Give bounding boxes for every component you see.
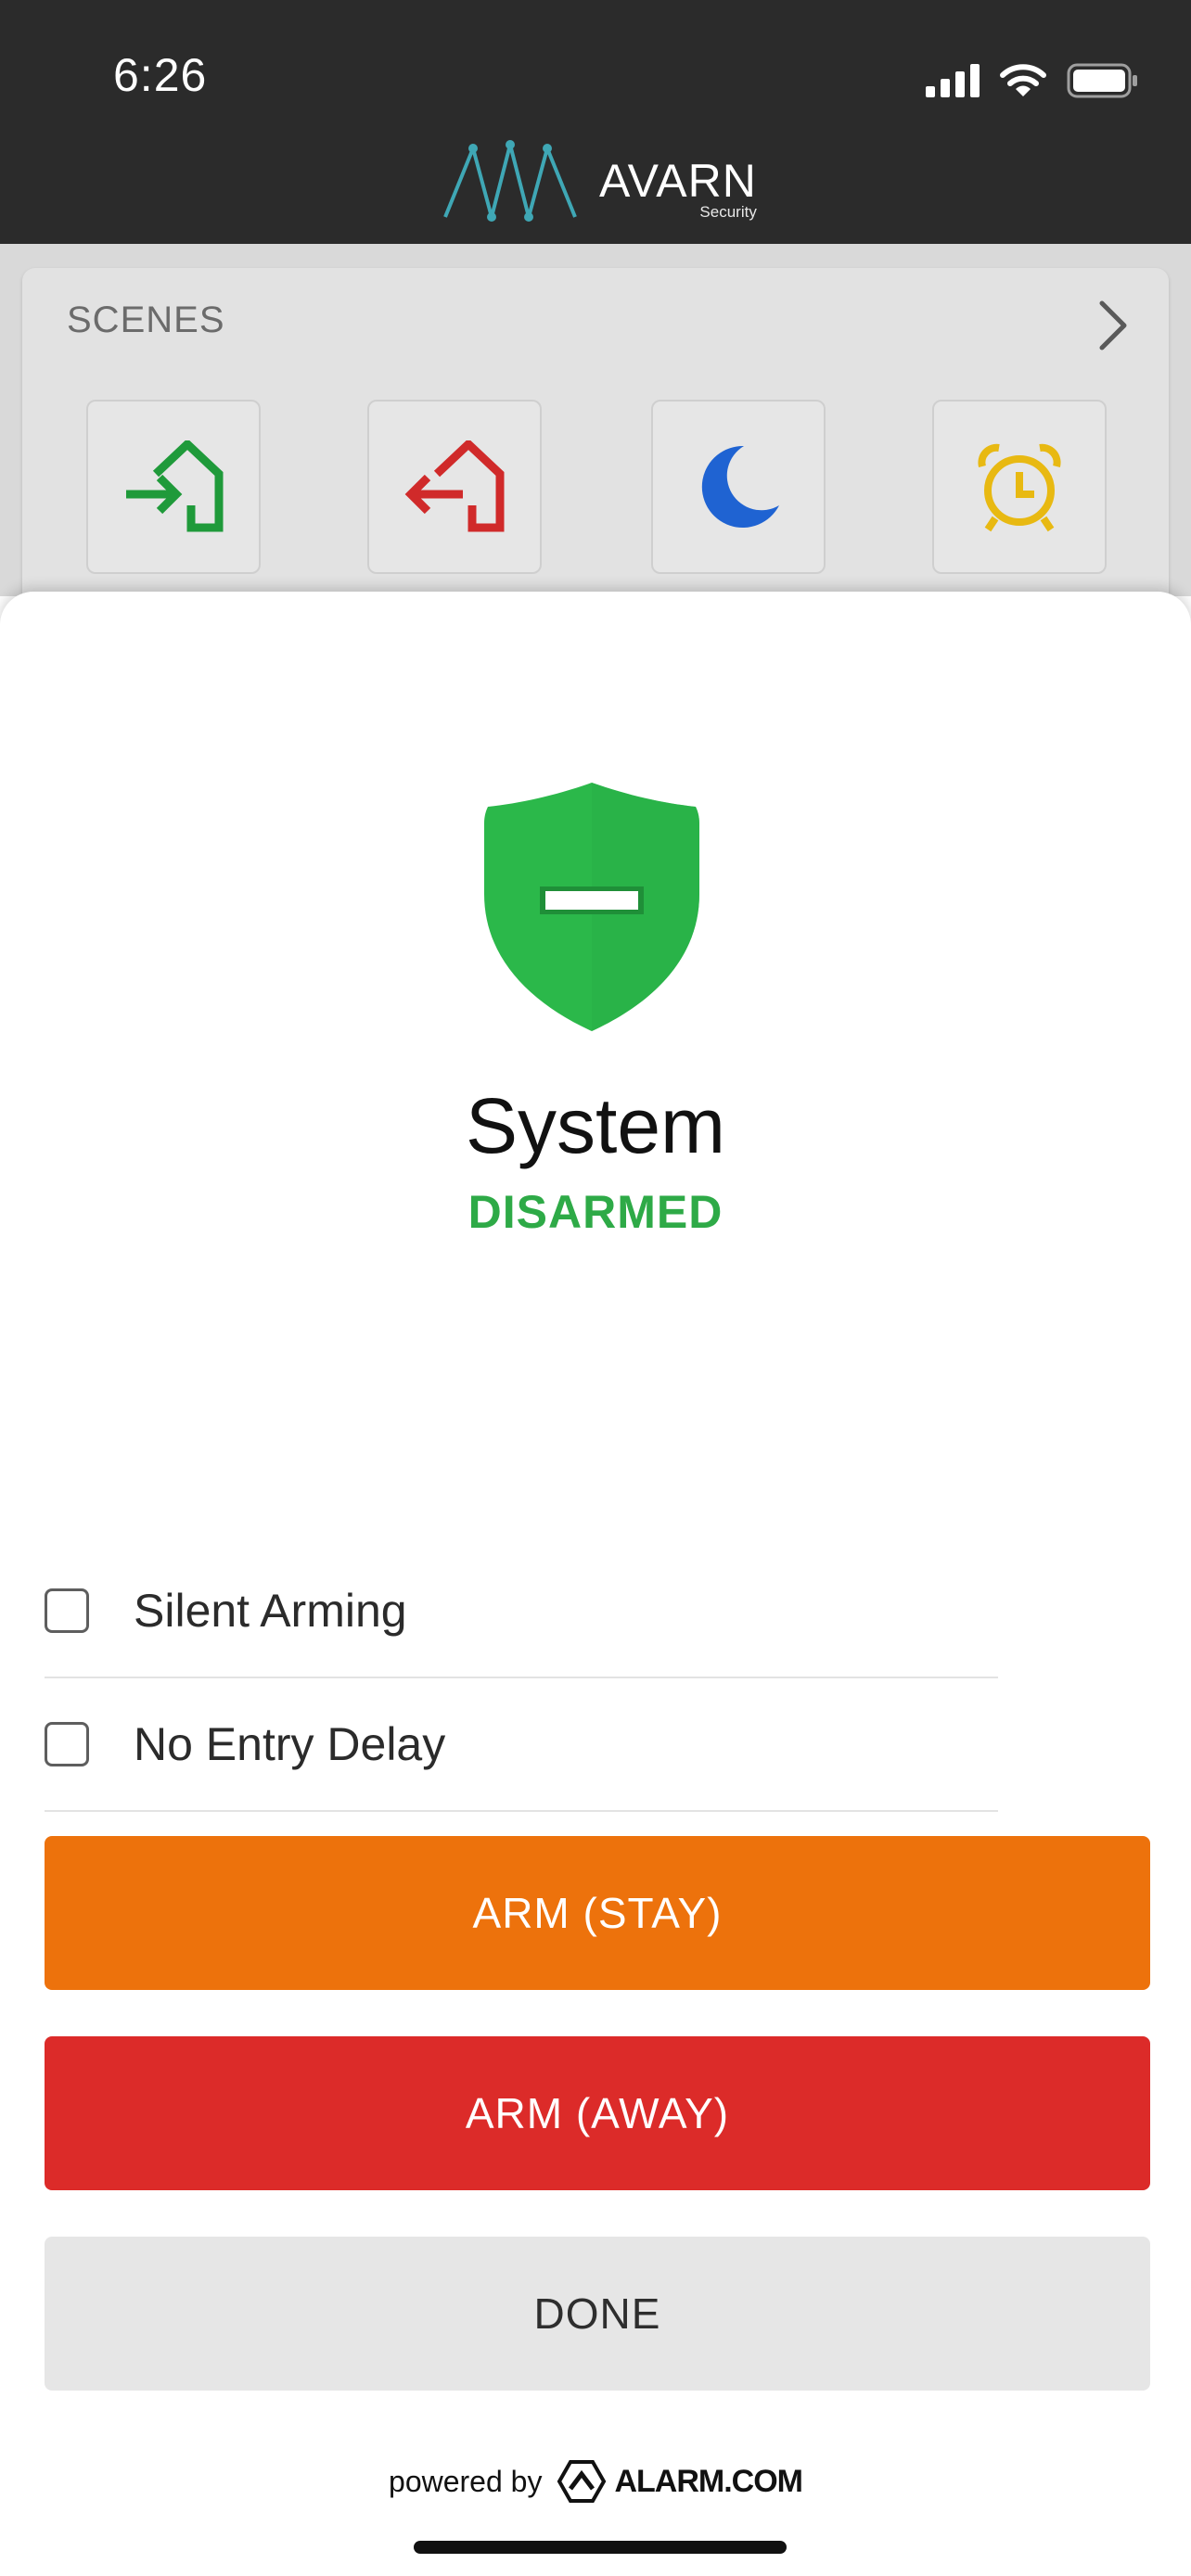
moon-icon (701, 445, 779, 528)
alarm-clock-icon (978, 443, 1061, 532)
status-icons (926, 57, 1139, 104)
status-time: 6:26 (113, 49, 208, 101)
cellular-signal-icon (926, 64, 980, 97)
arm-away-button[interactable]: ARM (AWAY) (45, 2036, 1150, 2190)
brand-name: AVARN (599, 155, 757, 207)
option-no-entry-delay[interactable]: No Entry Delay (45, 1678, 998, 1812)
wifi-icon (1000, 64, 1046, 96)
scene-button-arrive[interactable] (86, 400, 261, 574)
system-title: System (465, 1082, 726, 1169)
done-button[interactable]: DONE (45, 2237, 1150, 2391)
alarm-com-text: ALARM.COM (614, 2463, 803, 2499)
shield-disarmed-icon (484, 783, 699, 1031)
avarn-logo-icon (443, 140, 577, 222)
scenes-title: SCENES (67, 300, 225, 340)
alarm-com-logo: ALARM.COM (557, 2459, 803, 2504)
no-entry-delay-checkbox[interactable] (45, 1722, 89, 1766)
scene-button-wake[interactable] (932, 400, 1107, 574)
house-arrow-out-icon (404, 440, 505, 532)
brand-subtitle: Security (699, 203, 757, 221)
home-indicator[interactable] (414, 2541, 787, 2554)
arming-sheet: System DISARMED Silent Arming No Entry D… (0, 592, 1191, 2576)
battery-icon (1067, 63, 1137, 98)
alarm-com-logo-icon (557, 2460, 607, 2503)
option-label: Silent Arming (134, 1585, 407, 1637)
top-bar: 6:26 AVARN Security (0, 0, 1191, 244)
option-silent-arming[interactable]: Silent Arming (45, 1545, 998, 1678)
powered-by-footer: powered by ALARM.COM (0, 2454, 1191, 2509)
arm-stay-button[interactable]: ARM (STAY) (45, 1836, 1150, 1990)
brand-logo: AVARN Security (442, 139, 757, 223)
option-label: No Entry Delay (134, 1718, 446, 1770)
scenes-card: SCENES (22, 268, 1169, 620)
brand-text: AVARN Security (599, 155, 757, 221)
silent-arming-checkbox[interactable] (45, 1588, 89, 1633)
scene-button-night[interactable] (651, 400, 826, 574)
chevron-right-icon[interactable] (1095, 298, 1132, 353)
scene-button-leave[interactable] (367, 400, 542, 574)
powered-by-text: powered by (389, 2464, 543, 2498)
system-status: DISARMED (467, 1186, 724, 1238)
house-arrow-in-icon (126, 440, 224, 532)
